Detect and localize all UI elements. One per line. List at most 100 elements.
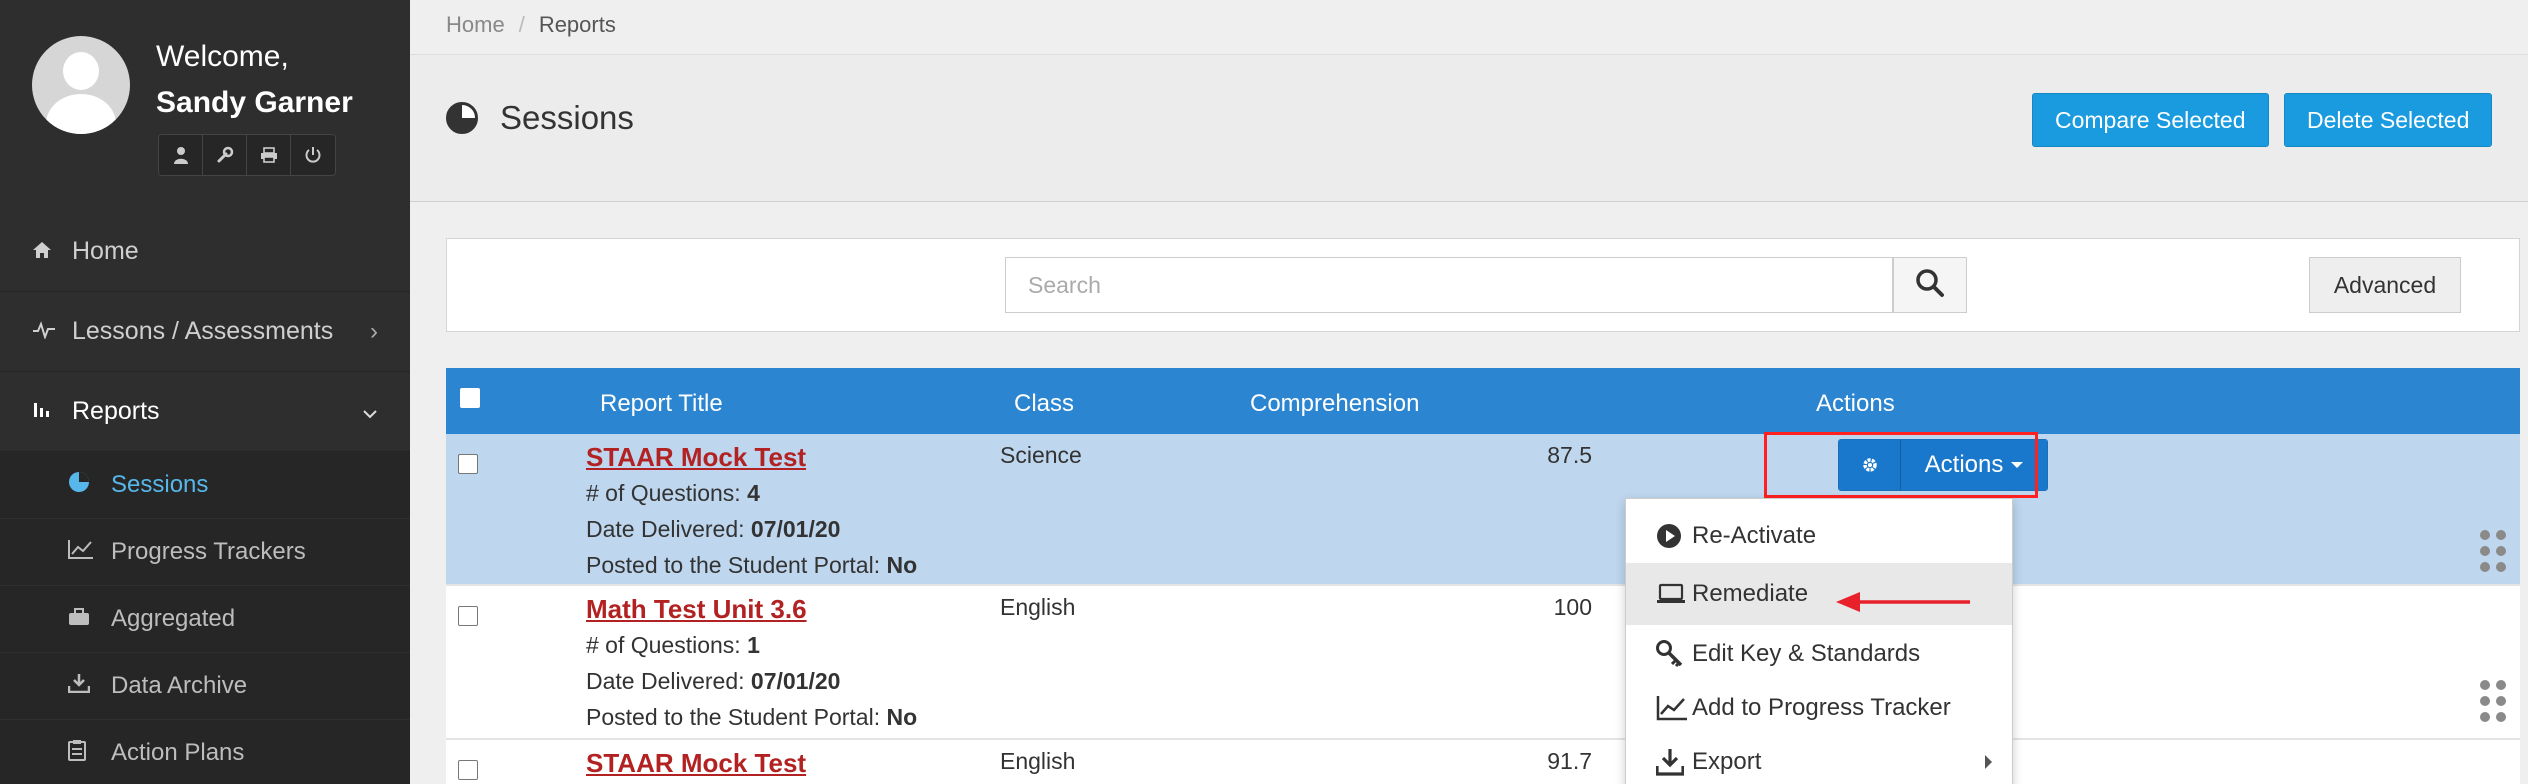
nav-item-label: Reports	[72, 397, 160, 425]
portal-status: Posted to the Student Portal: No	[586, 704, 917, 731]
class-cell: English	[1000, 748, 1076, 774]
menu-item-label: Edit Key & Standards	[1692, 640, 1921, 667]
chevron-down-icon	[362, 398, 378, 426]
caret-right-icon	[1985, 755, 1992, 769]
line-chart-icon	[1656, 695, 1692, 721]
actions-dropdown-menu: Re-Activate Remediate Edit Key & Standar…	[1625, 498, 2013, 784]
annotation-highlight-box	[1764, 432, 2038, 498]
breadcrumb-current: Reports	[538, 12, 616, 37]
portal-status: Posted to the Student Portal: No	[586, 552, 917, 579]
question-count-value: 4	[747, 480, 760, 506]
column-header-class[interactable]: Class	[1014, 390, 1074, 418]
row-checkbox[interactable]	[458, 606, 478, 626]
menu-item-label: Re-Activate	[1692, 522, 1817, 549]
download-icon	[67, 673, 111, 699]
comprehension-cell: 87.5	[1547, 442, 1592, 468]
row-checkbox[interactable]	[458, 760, 478, 780]
sidebar-item-label: Data Archive	[111, 672, 248, 699]
sidebar-item-data-archive[interactable]: Data Archive	[0, 653, 410, 720]
report-title-link[interactable]: STAAR Mock Test	[586, 748, 806, 779]
table-row[interactable]: STAAR Mock Test # of Questions: 4 Date D…	[446, 434, 2520, 586]
page-header: Sessions Compare Selected Delete Selecte…	[410, 54, 2528, 202]
nav-item-label: Home	[72, 237, 139, 265]
date-delivered: Date Delivered: 07/01/20	[586, 516, 840, 543]
power-icon[interactable]	[291, 135, 335, 175]
question-count-label: # of Questions:	[586, 632, 741, 658]
sidebar-item-action-plans[interactable]: Action Plans	[0, 720, 410, 784]
drag-handle-icon[interactable]	[2480, 530, 2510, 574]
briefcase-icon	[68, 606, 111, 632]
column-header-comprehension[interactable]: Comprehension	[1250, 390, 1419, 418]
nav-item-home[interactable]: Home	[0, 212, 410, 292]
annotation-arrow	[1836, 592, 1970, 612]
drag-handle-icon[interactable]	[2480, 680, 2510, 724]
breadcrumb-home[interactable]: Home	[446, 12, 505, 37]
search-input[interactable]	[1005, 257, 1893, 313]
report-title-link[interactable]: Math Test Unit 3.6	[586, 594, 807, 625]
line-chart-icon	[68, 539, 111, 565]
table-row[interactable]: STAAR Mock Test English 91.7	[446, 740, 2520, 784]
compare-selected-button[interactable]: Compare Selected	[2032, 93, 2269, 147]
nav-item-label: Lessons / Assessments	[72, 317, 334, 345]
download-icon	[1656, 748, 1692, 776]
sidebar-item-aggregated[interactable]: Aggregated	[0, 586, 410, 653]
search-button[interactable]	[1893, 257, 1967, 313]
laptop-icon	[1656, 583, 1692, 605]
avatar[interactable]	[32, 36, 130, 134]
question-count: # of Questions: 1	[586, 632, 760, 659]
menu-item-export[interactable]: Export	[1626, 731, 2012, 784]
class-cell: English	[1000, 594, 1076, 620]
print-icon[interactable]	[247, 135, 291, 175]
profile-button-group	[158, 134, 336, 176]
menu-item-add-progress-tracker[interactable]: Add to Progress Tracker	[1626, 677, 2012, 739]
breadcrumb-separator: /	[518, 12, 525, 37]
date-delivered-value: 07/01/20	[750, 516, 841, 542]
wrench-icon[interactable]	[203, 135, 247, 175]
column-header-title[interactable]: Report Title	[600, 390, 723, 418]
breadcrumb: Home / Reports	[446, 12, 616, 38]
pie-chart-icon	[68, 471, 111, 499]
menu-item-label: Add to Progress Tracker	[1692, 694, 1951, 721]
user-icon[interactable]	[159, 135, 203, 175]
main-content: Home / Reports Sessions Compare Selected D…	[410, 0, 2528, 784]
bar-chart-icon	[32, 399, 72, 425]
search-panel: Advanced	[446, 238, 2520, 332]
table-row[interactable]: Math Test Unit 3.6 # of Questions: 1 Dat…	[446, 586, 2520, 740]
page-title-text: Sessions	[500, 99, 634, 136]
report-title-link[interactable]: STAAR Mock Test	[586, 442, 806, 473]
portal-status-label: Posted to the Student Portal:	[586, 552, 881, 578]
menu-item-edit-key-standards[interactable]: Edit Key & Standards	[1626, 623, 2012, 685]
class-cell: Science	[1000, 442, 1082, 468]
nav-item-lessons[interactable]: Lessons / Assessments ›	[0, 292, 410, 372]
question-count-label: # of Questions:	[586, 480, 741, 506]
date-delivered-value: 07/01/20	[750, 668, 841, 694]
comprehension-cell: 91.7	[1547, 748, 1592, 774]
sidebar-item-sessions[interactable]: Sessions	[0, 452, 410, 519]
key-icon	[1656, 640, 1692, 668]
row-checkbox[interactable]	[458, 454, 478, 474]
advanced-search-button[interactable]: Advanced	[2309, 257, 2461, 313]
delete-selected-button[interactable]: Delete Selected	[2284, 93, 2493, 147]
page-title: Sessions	[446, 99, 634, 137]
search-icon	[1915, 268, 1945, 303]
nav-item-reports[interactable]: Reports	[0, 372, 410, 452]
portal-status-value: No	[886, 552, 918, 578]
reports-submenu: Sessions Progress Trackers Aggregated Da…	[0, 452, 410, 784]
date-delivered: Date Delivered: 07/01/20	[586, 668, 840, 695]
portal-status-label: Posted to the Student Portal:	[586, 704, 881, 730]
user-name: Sandy Garner	[156, 86, 353, 119]
menu-item-label: Remediate	[1692, 580, 1809, 607]
sidebar-item-progress-trackers[interactable]: Progress Trackers	[0, 519, 410, 586]
pulse-icon	[32, 319, 72, 345]
comprehension-cell: 100	[1553, 594, 1592, 620]
sidebar: Welcome, Sandy Garner Home Lessons / Ass…	[0, 0, 410, 784]
welcome-text: Welcome,	[156, 40, 289, 73]
select-all-checkbox[interactable]	[460, 388, 480, 408]
menu-item-reactivate[interactable]: Re-Activate	[1626, 505, 2012, 567]
portal-status-value: No	[886, 704, 918, 730]
chevron-right-icon: ›	[370, 317, 378, 345]
profile-panel: Welcome, Sandy Garner	[0, 0, 410, 200]
main-nav: Home Lessons / Assessments › Reports Ses…	[0, 212, 410, 784]
question-count: # of Questions: 4	[586, 480, 760, 507]
clipboard-icon	[68, 739, 111, 767]
